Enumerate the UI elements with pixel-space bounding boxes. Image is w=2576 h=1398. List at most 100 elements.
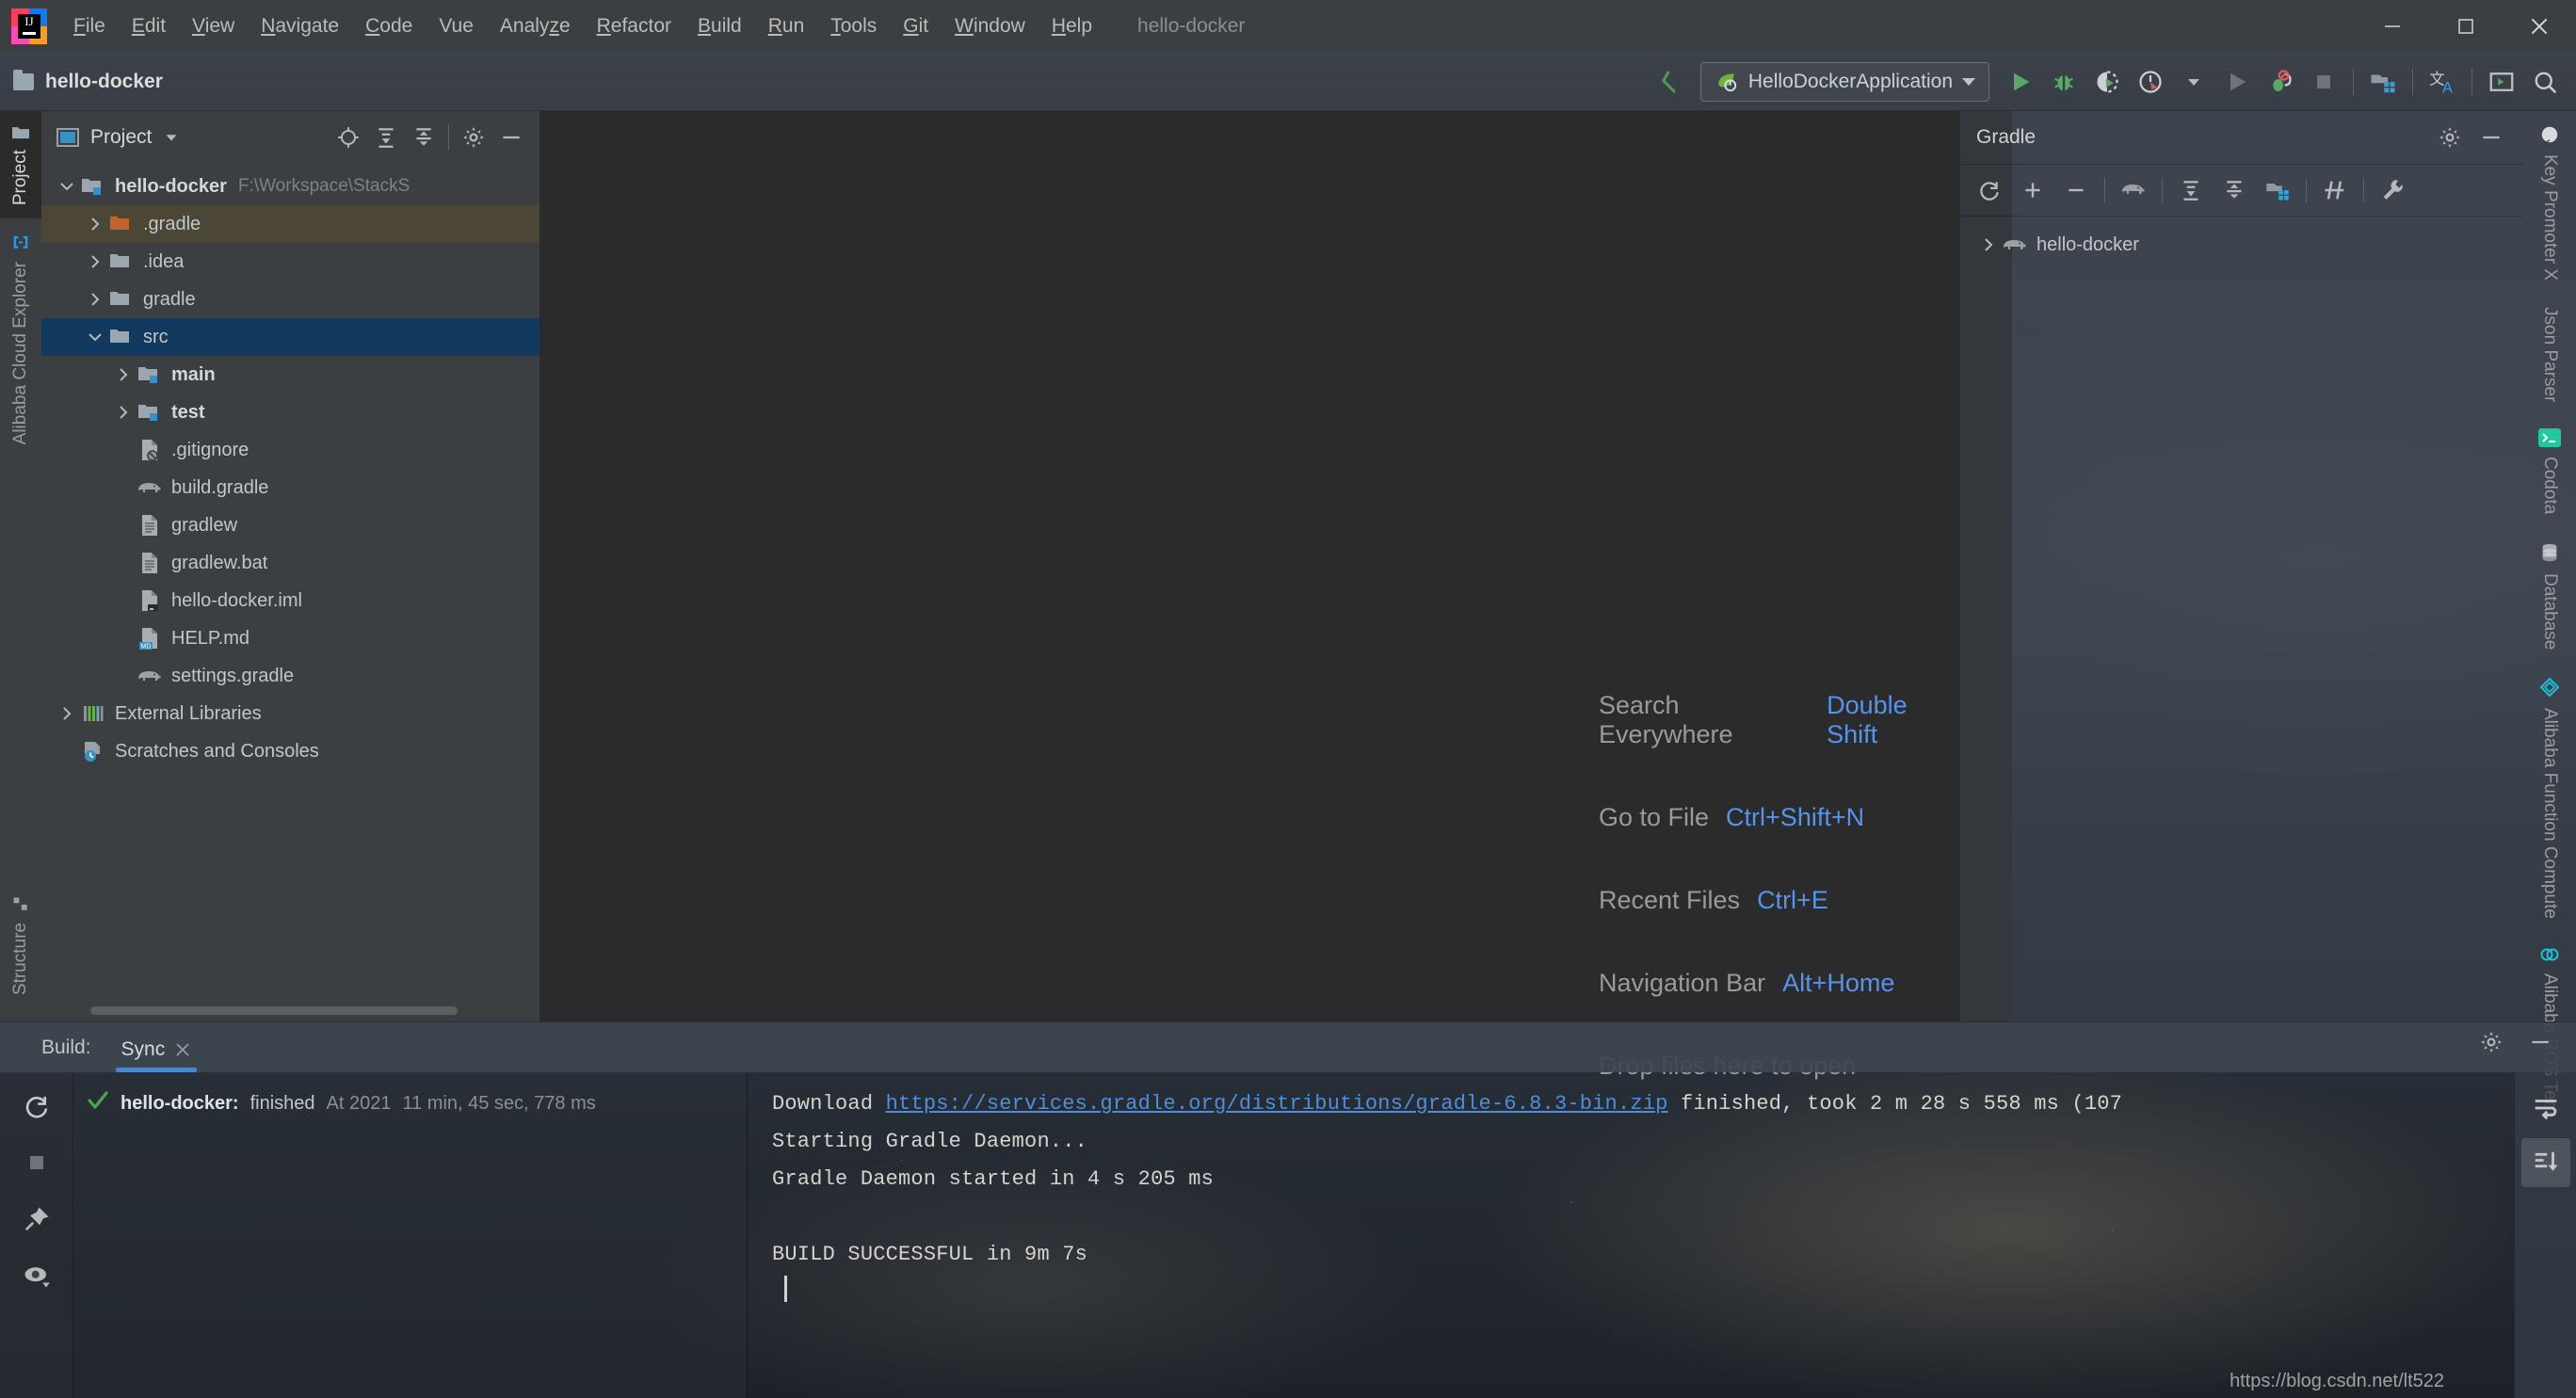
- tree-node-build-gradle[interactable]: build.gradle: [41, 469, 539, 506]
- tree-node-label: .gitignore: [171, 439, 250, 460]
- project-file-tree[interactable]: hello-docker F:\Workspace\StackS .gradle .i…: [41, 164, 539, 1001]
- collapse-all-icon[interactable]: [2214, 169, 2255, 211]
- eye-icon[interactable]: [12, 1251, 61, 1300]
- stop-icon[interactable]: [2302, 60, 2345, 104]
- chevron-down-icon[interactable]: [2172, 60, 2215, 104]
- sidebar-item-database[interactable]: Database: [2539, 528, 2560, 663]
- hide-icon[interactable]: [2520, 1021, 2561, 1063]
- build-console-output[interactable]: Download https://services.gradle.org/dis…: [748, 1072, 2514, 1398]
- build-sync-tree[interactable]: hello-docker: finished At 2021 11 min, 45 s…: [73, 1072, 748, 1398]
- rerun-icon[interactable]: [12, 1082, 61, 1131]
- tree-node-hello-docker[interactable]: hello-docker F:\Workspace\StackS: [41, 168, 539, 205]
- gear-icon[interactable]: [2471, 1021, 2512, 1063]
- locate-icon[interactable]: [330, 119, 367, 156]
- run-icon[interactable]: [1999, 60, 2042, 104]
- sidebar-item-key-promoter-x[interactable]: X Key Promoter X: [2539, 111, 2560, 294]
- tree-twisty[interactable]: [1976, 236, 2001, 253]
- minimize-button[interactable]: [2356, 0, 2429, 53]
- menu-item-run[interactable]: Run: [755, 9, 818, 43]
- translate-icon[interactable]: 文 A: [2421, 60, 2464, 104]
- tree-node-gradlew-bat[interactable]: gradlew.bat: [41, 544, 539, 582]
- chevron-down-icon[interactable]: [163, 129, 180, 146]
- menu-item-navigate[interactable]: Navigate: [248, 9, 352, 43]
- menu-item-window[interactable]: Window: [942, 9, 1038, 43]
- tree-twisty[interactable]: [83, 291, 107, 308]
- stop-icon[interactable]: [12, 1138, 61, 1187]
- sidebar-item-project[interactable]: Project: [0, 111, 41, 219]
- tree-twisty[interactable]: [83, 329, 107, 345]
- menu-item-vue[interactable]: Vue: [426, 9, 487, 43]
- debug-icon[interactable]: [2042, 60, 2085, 104]
- tree-node-scratches-and-consoles[interactable]: Scratches and Consoles: [41, 732, 539, 770]
- close-icon[interactable]: [174, 1041, 191, 1058]
- expand-all-icon[interactable]: [367, 119, 405, 156]
- sidebar-item-alibaba-function-compute[interactable]: Alibaba Function Compute: [2538, 663, 2561, 932]
- tree-node-gradlew[interactable]: gradlew: [41, 506, 539, 544]
- tree-twisty[interactable]: [111, 404, 136, 421]
- gradle-distribution-link[interactable]: https://services.gradle.org/distribution…: [886, 1092, 1668, 1116]
- menu-item-build[interactable]: Build: [684, 9, 755, 43]
- gradle-project-tree[interactable]: hello-docker: [1959, 217, 2523, 264]
- terminal-icon[interactable]: [2480, 60, 2523, 104]
- pin-icon[interactable]: [12, 1195, 61, 1244]
- sidebar-item-alibaba-cloud-explorer[interactable]: Alibaba Cloud Explorer: [10, 218, 31, 458]
- tree-node-settings-gradle[interactable]: settings.gradle: [41, 657, 539, 695]
- tab-sync[interactable]: Sync: [108, 1038, 205, 1072]
- navigate-back-icon[interactable]: [1648, 60, 1691, 104]
- run-configuration-selector[interactable]: HelloDockerApplication: [1699, 61, 1989, 102]
- tree-node--idea[interactable]: .idea: [41, 243, 539, 281]
- project-tree-hscrollbar[interactable]: [41, 1001, 539, 1021]
- hide-icon[interactable]: [2471, 117, 2512, 158]
- menu-item-edit[interactable]: Edit: [119, 9, 179, 43]
- stop-debug-icon[interactable]: [2259, 60, 2302, 104]
- close-button[interactable]: [2503, 0, 2576, 53]
- collapse-all-icon[interactable]: [405, 119, 443, 156]
- menu-item-file[interactable]: File: [60, 9, 119, 43]
- menu-item-tools[interactable]: Tools: [817, 9, 890, 43]
- menu-item-analyze[interactable]: Analyze: [487, 9, 584, 43]
- tree-twisty[interactable]: [55, 705, 79, 722]
- tree-node-test[interactable]: test: [41, 394, 539, 431]
- tree-node--gradle[interactable]: .gradle: [41, 205, 539, 243]
- refresh-icon[interactable]: [1969, 169, 2010, 211]
- tree-node-help-md[interactable]: MD HELP.md: [41, 619, 539, 657]
- tree-twisty[interactable]: [111, 366, 136, 383]
- soft-wrap-icon[interactable]: [2521, 1084, 2570, 1133]
- build-tree-row[interactable]: hello-docker: finished At 2021 11 min, 45 s…: [73, 1085, 747, 1121]
- tree-node-gradle[interactable]: gradle: [41, 281, 539, 318]
- gradle-tree-node-hello-docker[interactable]: hello-docker: [1959, 226, 2523, 264]
- sidebar-item-json-parser[interactable]: Json Parser: [2539, 294, 2560, 415]
- profiler-icon[interactable]: [2129, 60, 2172, 104]
- skip-tests-icon[interactable]: [2314, 169, 2356, 211]
- menu-item-code[interactable]: Code: [352, 9, 426, 43]
- build-icon[interactable]: [2257, 169, 2298, 211]
- build-project-icon[interactable]: [2361, 60, 2405, 104]
- run-gray-icon[interactable]: [2215, 60, 2259, 104]
- tree-node--gitignore[interactable]: .gitignore: [41, 431, 539, 469]
- scroll-to-end-icon[interactable]: [2520, 1138, 2570, 1187]
- tree-node-external-libraries[interactable]: External Libraries: [41, 695, 539, 732]
- menu-item-help[interactable]: Help: [1038, 9, 1105, 43]
- hide-icon[interactable]: [492, 119, 530, 156]
- tree-node-hello-docker-iml[interactable]: hello-docker.iml: [41, 582, 539, 619]
- sidebar-item-codota[interactable]: Codota: [2538, 415, 2561, 527]
- maximize-button[interactable]: [2429, 0, 2503, 53]
- tree-node-src[interactable]: src: [41, 318, 539, 356]
- gear-icon[interactable]: [455, 119, 492, 156]
- gear-icon[interactable]: [2429, 117, 2471, 158]
- run-with-coverage-icon[interactable]: [2085, 60, 2129, 104]
- gradle-elephant-icon[interactable]: [2113, 169, 2154, 211]
- tree-twisty[interactable]: [83, 253, 107, 270]
- search-icon[interactable]: [2523, 60, 2567, 104]
- add-icon[interactable]: [2012, 169, 2053, 211]
- tree-twisty[interactable]: [55, 178, 79, 195]
- menu-item-refactor[interactable]: Refactor: [584, 9, 684, 43]
- tree-twisty[interactable]: [83, 216, 107, 233]
- remove-icon[interactable]: [2055, 169, 2097, 211]
- expand-all-icon[interactable]: [2170, 169, 2212, 211]
- menu-item-git[interactable]: Git: [890, 9, 942, 43]
- tree-node-main[interactable]: main: [41, 356, 539, 394]
- menu-item-view[interactable]: View: [179, 9, 248, 43]
- sidebar-item-structure[interactable]: Structure: [10, 881, 31, 1008]
- wrench-icon[interactable]: [2372, 169, 2413, 211]
